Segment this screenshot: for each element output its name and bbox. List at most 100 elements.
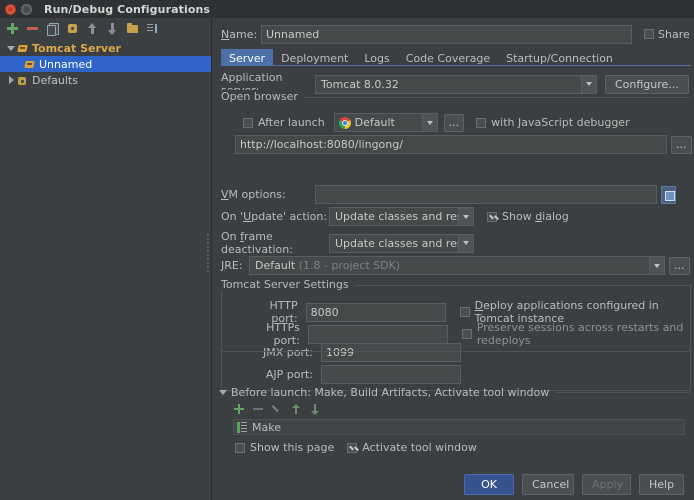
on-frame-deactivation-combo[interactable]: Update classes and resources — [329, 233, 474, 253]
before-launch-task-row[interactable]: Make — [233, 419, 685, 435]
show-dialog-checkbox[interactable] — [487, 211, 497, 222]
on-update-action-label: On 'Update' action: — [221, 210, 328, 223]
show-this-page-label: Show this page — [250, 441, 335, 454]
move-up-button[interactable] — [86, 22, 99, 35]
jre-value-hint: (1.8 - project SDK) — [298, 259, 401, 272]
js-debugger-checkbox[interactable] — [476, 117, 487, 128]
tomcat-icon — [24, 59, 36, 70]
tree-node-defaults[interactable]: Defaults — [0, 72, 211, 88]
chrome-icon — [338, 116, 351, 129]
deploy-apps-checkbox[interactable] — [459, 307, 470, 317]
activate-tool-window-checkbox[interactable] — [347, 442, 358, 453]
on-update-action-value: Update classes and resources — [335, 210, 458, 223]
preserve-sessions-checkbox[interactable] — [461, 329, 472, 339]
panel-splitter[interactable] — [206, 232, 210, 278]
tree-node-unnamed[interactable]: Unnamed — [0, 56, 211, 72]
jre-more-button[interactable]: ... — [669, 256, 690, 275]
browser-url-input[interactable] — [235, 135, 667, 154]
edit-task-button[interactable] — [271, 403, 283, 415]
on-frame-deactivation-value: Update classes and resources — [335, 236, 458, 250]
sort-button[interactable] — [146, 22, 159, 35]
application-server-value: Tomcat 8.0.32 — [321, 77, 399, 91]
tomcat-icon — [17, 43, 29, 54]
new-folder-button[interactable] — [126, 22, 139, 35]
help-button[interactable]: Help — [639, 474, 684, 495]
window-titlebar: Run/Debug Configurations — [0, 0, 694, 18]
window-title: Run/Debug Configurations — [44, 2, 211, 16]
move-task-down-button[interactable] — [309, 403, 321, 415]
after-launch-label: After launch — [258, 116, 325, 129]
ajp-port-input[interactable] — [321, 365, 461, 384]
chevron-down-icon[interactable] — [649, 257, 664, 274]
preserve-sessions-label: Preserve sessions across restarts and re… — [476, 321, 684, 347]
before-launch-task-label: Make — [252, 420, 281, 434]
chevron-down-icon[interactable] — [581, 75, 596, 93]
vm-options-label: VM options: — [221, 188, 286, 201]
expand-editor-icon[interactable] — [661, 185, 676, 204]
configurations-tree-panel: Tomcat Server Unnamed Defaults — [0, 18, 212, 500]
http-port-input[interactable] — [305, 302, 446, 322]
chevron-down-icon[interactable] — [219, 390, 227, 395]
browser-more-button[interactable]: ... — [443, 113, 465, 132]
activate-tool-window-label: Activate tool window — [362, 441, 477, 454]
dialog-footer: OK Cancel Apply Help — [213, 462, 694, 500]
remove-button[interactable] — [26, 22, 39, 35]
add-task-button[interactable] — [233, 403, 245, 415]
minimize-icon[interactable] — [21, 3, 32, 15]
chevron-right-icon[interactable] — [6, 75, 17, 86]
tab-server[interactable]: Server — [221, 49, 274, 66]
configure-button[interactable]: Configure... — [605, 74, 689, 94]
show-dialog-label: Show dialog — [502, 210, 569, 223]
vm-options-input[interactable] — [315, 185, 657, 204]
add-button[interactable] — [6, 22, 19, 35]
configuration-tabs: Server Deployment Logs Code Coverage Sta… — [221, 48, 691, 66]
browser-combo[interactable]: Default — [333, 113, 438, 132]
tab-code-coverage[interactable]: Code Coverage — [398, 49, 498, 66]
ok-button[interactable]: OK — [464, 474, 514, 495]
save-configuration-button[interactable] — [66, 22, 79, 35]
jmx-port-input[interactable] — [321, 343, 461, 362]
before-launch-title: Before launch: Make, Build Artifacts, Ac… — [231, 386, 550, 399]
configuration-editor-panel: Name: Share Server Deployment Logs Code … — [213, 18, 694, 500]
tree-node-label: Unnamed — [39, 57, 93, 71]
tab-underline — [221, 65, 691, 66]
close-icon[interactable] — [5, 3, 16, 15]
jre-combo[interactable]: Default (1.8 - project SDK) — [249, 256, 665, 275]
jre-label: JRE: — [221, 259, 243, 272]
tab-logs[interactable]: Logs — [356, 49, 397, 66]
https-port-input[interactable] — [307, 324, 448, 344]
tab-deployment[interactable]: Deployment — [273, 49, 356, 66]
apply-button[interactable]: Apply — [582, 474, 631, 495]
name-row: Name: Share — [221, 24, 691, 44]
remove-task-button[interactable] — [252, 403, 264, 415]
cancel-button[interactable]: Cancel — [522, 474, 574, 495]
move-down-button[interactable] — [106, 22, 119, 35]
tab-startup-connection[interactable]: Startup/Connection — [498, 49, 621, 66]
name-input[interactable] — [261, 24, 632, 44]
ajp-port-label: AJP port: — [265, 368, 313, 381]
before-launch-toolbar — [233, 403, 694, 415]
before-launch-options: Show this page Activate tool window — [235, 441, 694, 454]
chevron-down-icon[interactable] — [458, 208, 473, 225]
show-this-page-checkbox[interactable] — [235, 442, 245, 453]
chevron-down-icon[interactable] — [421, 114, 437, 131]
before-launch-header[interactable]: Before launch: Make, Build Artifacts, Ac… — [219, 386, 694, 399]
jre-value: Default (1.8 - project SDK) — [255, 259, 401, 272]
defaults-icon — [17, 75, 29, 86]
js-debugger-label: with JavaScript debugger — [491, 116, 630, 129]
browser-url-more-button[interactable]: ... — [671, 135, 692, 154]
chevron-down-icon[interactable] — [458, 234, 473, 252]
tree-node-tomcat-server[interactable]: Tomcat Server — [0, 40, 211, 56]
make-icon — [237, 421, 248, 433]
move-task-up-button[interactable] — [290, 403, 302, 415]
application-server-combo[interactable]: Tomcat 8.0.32 — [315, 74, 597, 94]
copy-button[interactable] — [46, 22, 59, 36]
after-launch-checkbox[interactable] — [243, 117, 253, 128]
tomcat-server-settings-group: Tomcat Server Settings HTTP port: Deploy… — [221, 278, 691, 391]
name-label: Name: — [221, 27, 258, 41]
on-update-action-combo[interactable]: Update classes and resources — [329, 207, 474, 226]
chevron-down-icon[interactable] — [6, 43, 17, 54]
share-checkbox[interactable] — [644, 29, 654, 39]
share-label: Share — [658, 27, 690, 41]
tree-toolbar — [0, 18, 211, 38]
